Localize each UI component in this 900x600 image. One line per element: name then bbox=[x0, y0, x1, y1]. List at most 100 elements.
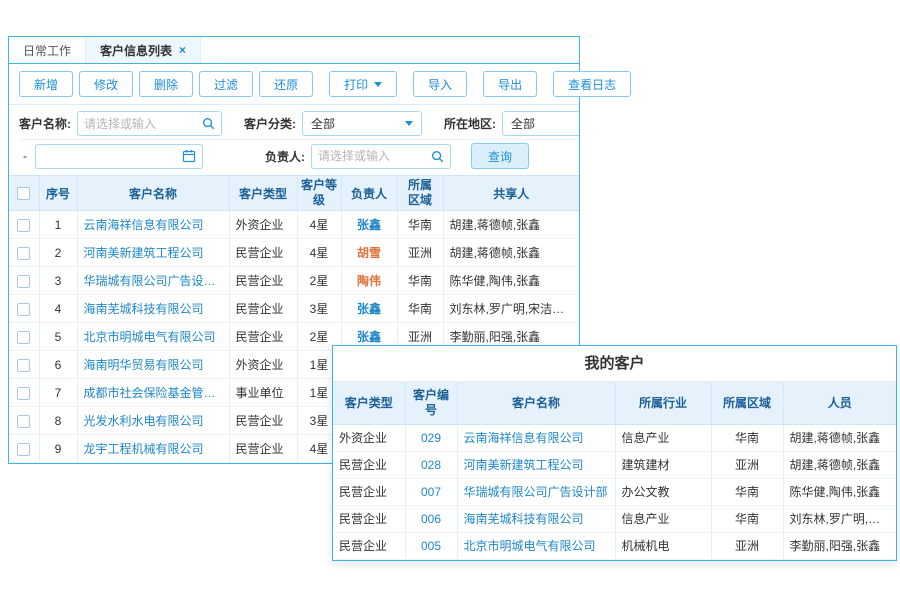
industry: 办公文教 bbox=[615, 478, 711, 505]
category-select[interactable]: 全部 bbox=[302, 111, 422, 136]
customer-name-link[interactable]: 河南美新建筑工程公司 bbox=[77, 239, 229, 267]
customer-type: 外资企业 bbox=[229, 351, 297, 379]
customer-name-link[interactable]: 海南芜城科技有限公司 bbox=[457, 505, 615, 532]
export-button[interactable]: 导出 bbox=[483, 71, 537, 97]
customer-name-input[interactable] bbox=[84, 117, 202, 131]
region: 亚洲 bbox=[711, 451, 783, 478]
table-row[interactable]: 2 河南美新建筑工程公司 民营企业 4星 胡雪 亚洲 胡建,蒋德帧,张鑫 bbox=[9, 239, 579, 267]
customer-name-link[interactable]: 海南明华贸易有限公司 bbox=[77, 351, 229, 379]
row-index: 1 bbox=[39, 211, 77, 239]
table-row[interactable]: 3 华瑞城有限公司广告设计部 民营企业 2星 陶伟 华南 陈华健,陶伟,张鑫 bbox=[9, 267, 579, 295]
customer-name-link[interactable]: 成都市社会保险基金管理... bbox=[77, 379, 229, 407]
checkbox-cell bbox=[9, 407, 39, 435]
region-value: 全部 bbox=[511, 115, 535, 132]
table-row[interactable]: 外资企业 029 云南海祥信息有限公司 信息产业 华南 胡建,蒋德帧,张鑫 bbox=[333, 424, 896, 451]
tab-label: 客户信息列表 bbox=[100, 42, 172, 59]
checkbox-cell bbox=[9, 267, 39, 295]
region: 亚洲 bbox=[397, 239, 443, 267]
customer-name-link[interactable]: 云南海祥信息有限公司 bbox=[77, 211, 229, 239]
checkbox-cell bbox=[9, 239, 39, 267]
row-index: 6 bbox=[39, 351, 77, 379]
customer-code-link[interactable]: 006 bbox=[405, 505, 457, 532]
customer-name-link[interactable]: 北京市明城电气有限公司 bbox=[457, 532, 615, 559]
date-field bbox=[35, 144, 203, 169]
customer-type: 民营企业 bbox=[333, 532, 405, 559]
close-icon[interactable]: × bbox=[179, 43, 186, 57]
customer-code-link[interactable]: 005 bbox=[405, 532, 457, 559]
customer-name-link[interactable]: 龙宇工程机械有限公司 bbox=[77, 435, 229, 463]
edit-button[interactable]: 修改 bbox=[79, 71, 133, 97]
customer-name-link[interactable]: 河南美新建筑工程公司 bbox=[457, 451, 615, 478]
customer-level: 3星 bbox=[297, 295, 341, 323]
customer-type: 外资企业 bbox=[333, 424, 405, 451]
add-button[interactable]: 新增 bbox=[19, 71, 73, 97]
row-checkbox[interactable] bbox=[17, 303, 30, 316]
view-log-button[interactable]: 查看日志 bbox=[553, 71, 631, 97]
restore-button[interactable]: 还原 bbox=[259, 71, 313, 97]
row-index: 9 bbox=[39, 435, 77, 463]
header-shared: 共享人 bbox=[443, 176, 579, 211]
row-checkbox[interactable] bbox=[17, 219, 30, 232]
table-row[interactable]: 民营企业 005 北京市明城电气有限公司 机械机电 亚洲 李勤丽,阳强,张鑫 bbox=[333, 532, 896, 559]
header-region: 所属区域 bbox=[711, 382, 783, 424]
owner-link[interactable]: 陶伟 bbox=[341, 267, 397, 295]
row-checkbox[interactable] bbox=[17, 331, 30, 344]
customer-name-link[interactable]: 海南芜城科技有限公司 bbox=[77, 295, 229, 323]
owner-link[interactable]: 张鑫 bbox=[341, 295, 397, 323]
region-label: 所在地区: bbox=[444, 115, 496, 132]
owner-link[interactable]: 张鑫 bbox=[341, 211, 397, 239]
header-no: 序号 bbox=[39, 176, 77, 211]
import-button[interactable]: 导入 bbox=[413, 71, 467, 97]
table-row[interactable]: 民营企业 006 海南芜城科技有限公司 信息产业 华南 刘东林,罗广明,宋洁然.… bbox=[333, 505, 896, 532]
customer-name-link[interactable]: 光发水利水电有限公司 bbox=[77, 407, 229, 435]
region-select[interactable]: 全部 bbox=[502, 111, 579, 136]
header-customer-type: 客户类型 bbox=[229, 176, 297, 211]
select-all-checkbox[interactable] bbox=[17, 187, 30, 200]
owner-input[interactable] bbox=[318, 149, 431, 163]
owner-link[interactable]: 胡雪 bbox=[341, 239, 397, 267]
row-checkbox[interactable] bbox=[17, 275, 30, 288]
customer-type: 民营企业 bbox=[229, 267, 297, 295]
customer-code-link[interactable]: 028 bbox=[405, 451, 457, 478]
row-checkbox[interactable] bbox=[17, 415, 30, 428]
category-value: 全部 bbox=[311, 115, 335, 132]
customer-name-link[interactable]: 北京市明城电气有限公司 bbox=[77, 323, 229, 351]
customer-name-link[interactable]: 云南海祥信息有限公司 bbox=[457, 424, 615, 451]
row-index: 2 bbox=[39, 239, 77, 267]
filter-button[interactable]: 过滤 bbox=[199, 71, 253, 97]
row-checkbox[interactable] bbox=[17, 387, 30, 400]
table-row[interactable]: 4 海南芜城科技有限公司 民营企业 3星 张鑫 华南 刘东林,罗广明,宋洁然,张… bbox=[9, 295, 579, 323]
search-icon[interactable] bbox=[202, 117, 215, 130]
calendar-icon[interactable] bbox=[182, 149, 196, 163]
customer-name-link[interactable]: 华瑞城有限公司广告设计部 bbox=[77, 267, 229, 295]
people: 李勤丽,阳强,张鑫 bbox=[783, 532, 896, 559]
row-checkbox[interactable] bbox=[17, 247, 30, 260]
table-row[interactable]: 民营企业 028 河南美新建筑工程公司 建筑建材 亚洲 胡建,蒋德帧,张鑫 bbox=[333, 451, 896, 478]
customer-code-link[interactable]: 029 bbox=[405, 424, 457, 451]
table-row[interactable]: 1 云南海祥信息有限公司 外资企业 4星 张鑫 华南 胡建,蒋德帧,张鑫 bbox=[9, 211, 579, 239]
category-label: 客户分类: bbox=[244, 115, 296, 132]
tab-daily-work[interactable]: 日常工作 bbox=[9, 37, 86, 63]
owner-field bbox=[311, 144, 451, 169]
customer-code-link[interactable]: 007 bbox=[405, 478, 457, 505]
customer-type: 民营企业 bbox=[333, 478, 405, 505]
query-button[interactable]: 查询 bbox=[471, 143, 529, 169]
checkbox-cell bbox=[9, 211, 39, 239]
shared-people: 胡建,蒋德帧,张鑫 bbox=[443, 239, 579, 267]
customer-name-link[interactable]: 华瑞城有限公司广告设计部 bbox=[457, 478, 615, 505]
filter-row-1: 客户名称: 客户分类: 全部 所在地区: 全部 bbox=[19, 108, 579, 140]
print-button[interactable]: 打印 bbox=[329, 71, 397, 97]
row-index: 3 bbox=[39, 267, 77, 295]
page-title: 我的客户 bbox=[333, 346, 896, 382]
search-icon[interactable] bbox=[431, 150, 444, 163]
date-input[interactable] bbox=[42, 149, 182, 163]
tab-customer-list[interactable]: 客户信息列表 × bbox=[86, 37, 201, 63]
row-index: 7 bbox=[39, 379, 77, 407]
table-row[interactable]: 民营企业 007 华瑞城有限公司广告设计部 办公文教 华南 陈华健,陶伟,张鑫 bbox=[333, 478, 896, 505]
header-owner: 负责人 bbox=[341, 176, 397, 211]
row-checkbox[interactable] bbox=[17, 443, 30, 456]
row-checkbox[interactable] bbox=[17, 359, 30, 372]
date-range-separator: - bbox=[23, 149, 27, 163]
header-customer-level: 客户等级 bbox=[297, 176, 341, 211]
delete-button[interactable]: 删除 bbox=[139, 71, 193, 97]
